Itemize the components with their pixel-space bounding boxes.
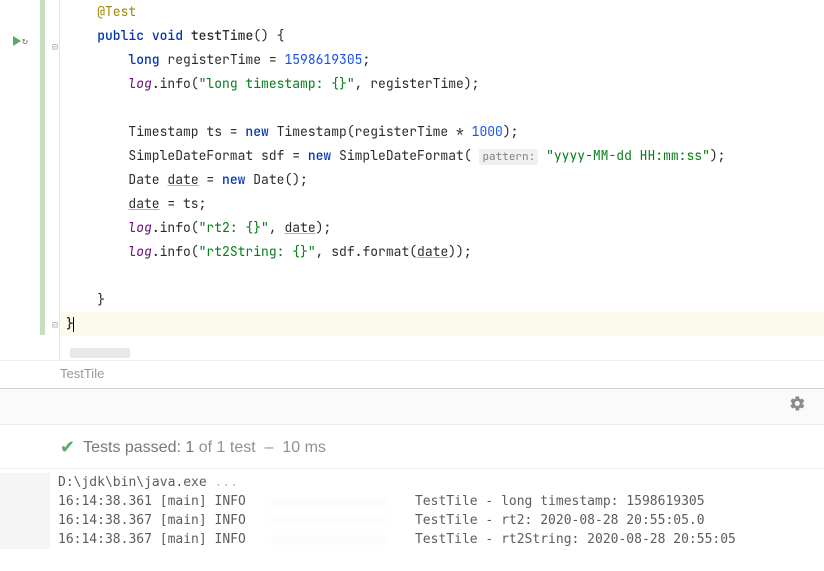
- punct: );: [710, 147, 726, 164]
- run-tool-window: ✔ Tests passed: 1 of 1 test – 10 ms D:\j…: [0, 388, 824, 549]
- editor-gutter: ↻ ⊟ ⊟: [0, 0, 60, 360]
- tests-passed-count: 1: [185, 439, 194, 457]
- punct: ,: [269, 219, 285, 236]
- redacted-area: [262, 533, 392, 547]
- run-test-gutter-icon[interactable]: ↻: [13, 34, 28, 47]
- field: log: [128, 219, 151, 236]
- keyword: new: [222, 171, 245, 188]
- assignment: = ts;: [160, 195, 207, 212]
- redacted-area: [262, 514, 392, 528]
- punct: );: [316, 219, 332, 236]
- call: .info(: [152, 219, 199, 236]
- field: log: [128, 75, 151, 92]
- breadcrumb[interactable]: TestTile: [0, 360, 824, 388]
- decl: Date: [128, 171, 167, 188]
- caret: [73, 317, 74, 332]
- string: "rt2: {}": [199, 219, 269, 236]
- call: , sdf.format(: [316, 243, 417, 260]
- code-content[interactable]: @Test public void testTime() { long regi…: [60, 0, 824, 360]
- redacted-area: [262, 495, 392, 509]
- string: "rt2String: {}": [199, 243, 316, 260]
- number: 1598619305: [284, 51, 362, 68]
- variable: date: [417, 243, 448, 260]
- punct: () {: [253, 27, 284, 44]
- string: "long timestamp: {}": [199, 75, 355, 92]
- current-line: }: [60, 312, 824, 336]
- console-log-line: 16:14:38.361 [main] INFO TestTile - long…: [58, 492, 824, 511]
- console-command-line: D:\jdk\bin\java.exe ...: [58, 473, 824, 492]
- annotation: @Test: [97, 3, 136, 20]
- param-hint: pattern:: [479, 149, 538, 165]
- tests-passed-label: Tests passed:: [83, 439, 181, 457]
- test-status-bar: ✔ Tests passed: 1 of 1 test – 10 ms: [0, 425, 824, 468]
- brace: }: [97, 291, 105, 308]
- tests-total: of 1 test: [199, 439, 256, 457]
- keyword: new: [245, 123, 268, 140]
- call: .info(: [152, 243, 199, 260]
- call: .info(: [152, 75, 199, 92]
- keyword: long: [128, 51, 159, 68]
- console-log-line: 16:14:38.367 [main] INFO TestTile - rt2S…: [58, 530, 824, 549]
- number: 1000: [472, 123, 503, 140]
- decl: SimpleDateFormat sdf =: [128, 147, 307, 164]
- variable: registerTime =: [167, 51, 284, 68]
- gear-icon[interactable]: [789, 395, 806, 418]
- ctor: Timestamp(registerTime *: [269, 123, 472, 140]
- separator: –: [265, 439, 274, 457]
- console-log-line: 16:14:38.367 [main] INFO TestTile - rt2:…: [58, 511, 824, 530]
- test-duration: 10 ms: [282, 439, 326, 457]
- panel-toolbar: [0, 389, 824, 425]
- check-icon: ✔: [60, 437, 75, 458]
- decl: Timestamp ts =: [128, 123, 245, 140]
- variable: date: [284, 219, 315, 236]
- vcs-change-marker: [40, 0, 45, 335]
- ellipsis[interactable]: ...: [215, 475, 238, 490]
- string: "yyyy-MM-dd HH:mm:ss": [546, 147, 710, 164]
- variable: date: [128, 195, 159, 212]
- field: log: [128, 243, 151, 260]
- breadcrumb-item[interactable]: TestTile: [60, 366, 104, 381]
- op: =: [199, 171, 222, 188]
- keyword: new: [308, 147, 331, 164]
- punct: );: [503, 123, 519, 140]
- ctor: Date();: [245, 171, 307, 188]
- console-gutter: [0, 473, 50, 549]
- keyword: public: [97, 27, 144, 44]
- keyword: void: [152, 27, 183, 44]
- method-name: testTime: [191, 27, 253, 44]
- variable: date: [167, 171, 198, 188]
- ctor: SimpleDateFormat(: [331, 147, 471, 164]
- args: , registerTime);: [355, 75, 480, 92]
- horizontal-scrollbar[interactable]: [70, 348, 130, 358]
- code-editor[interactable]: ↻ ⊟ ⊟ @Test public void testTime() { lon…: [0, 0, 824, 360]
- console-output[interactable]: D:\jdk\bin\java.exe ... 16:14:38.361 [ma…: [0, 468, 824, 549]
- punct: ));: [448, 243, 471, 260]
- punct: ;: [362, 51, 370, 68]
